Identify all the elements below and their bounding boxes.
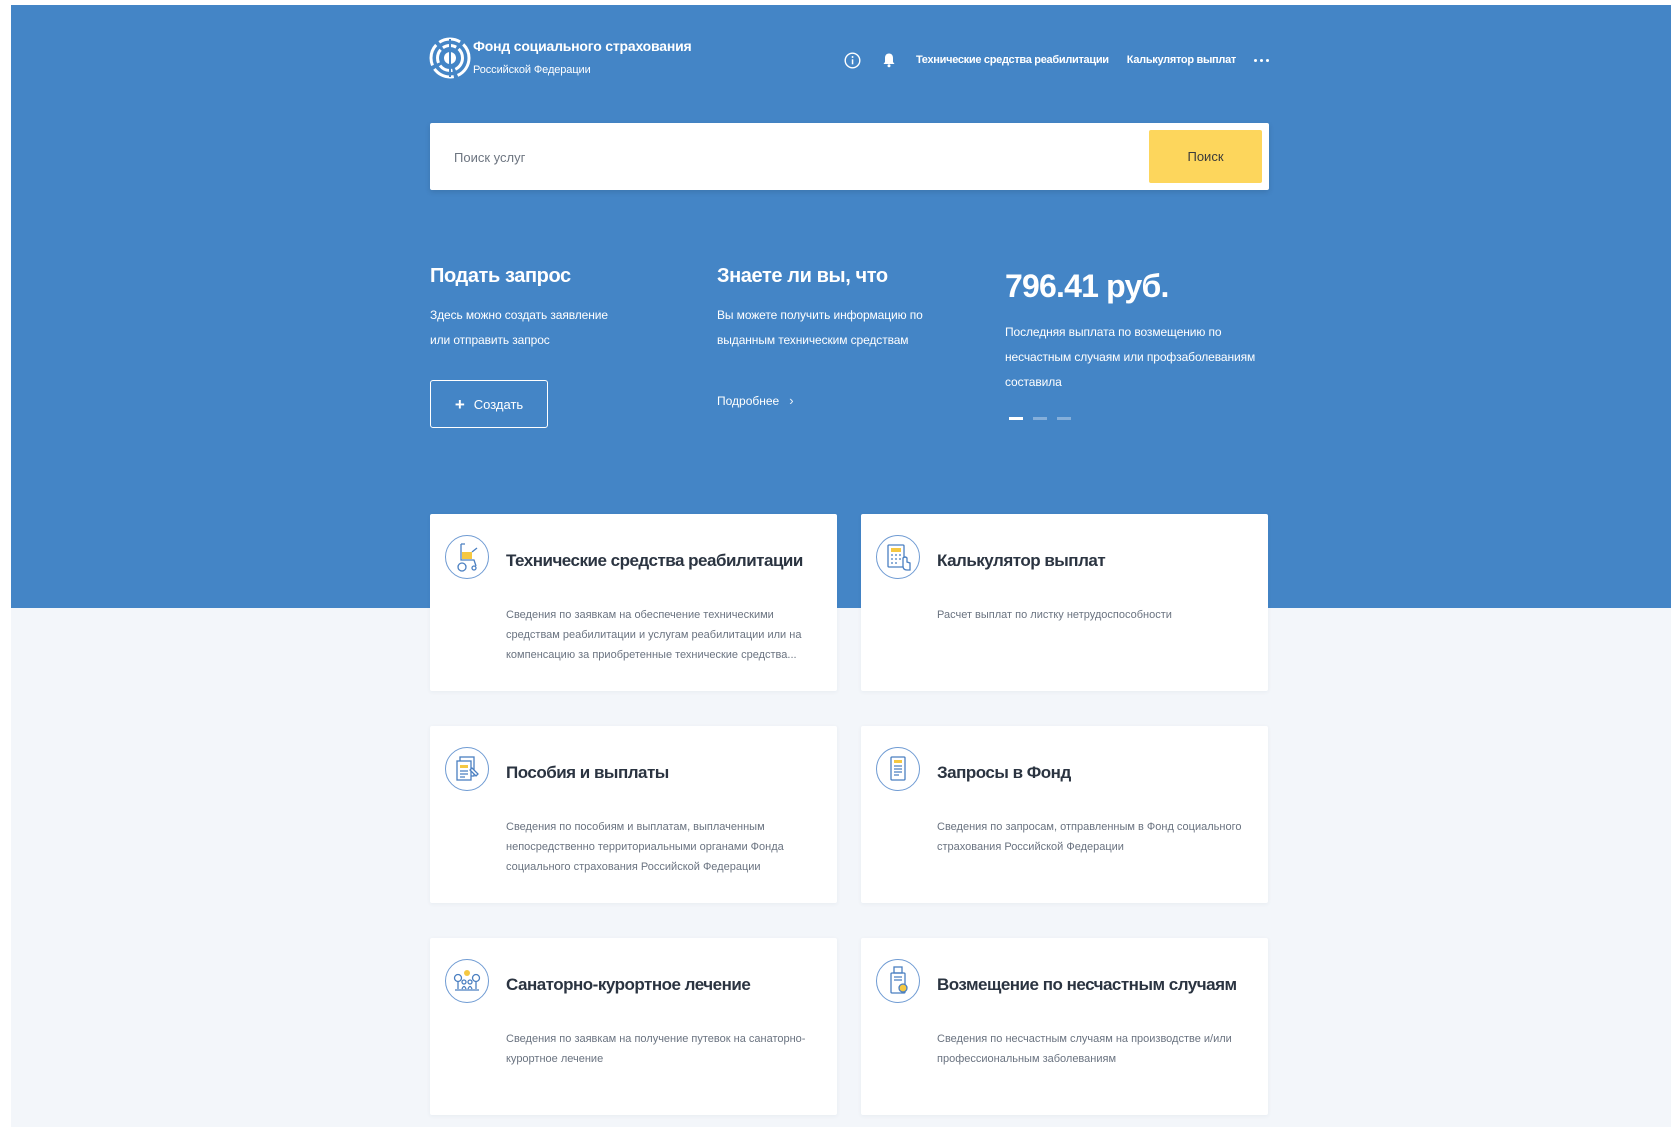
top-nav: Технические средства реабилитации Кальку… <box>844 47 1269 73</box>
card-description-line: Сведения по несчастным случаям на произв… <box>937 1033 1232 1045</box>
documents-icon <box>445 747 489 791</box>
card-title: Пособия и выплаты <box>506 763 669 782</box>
request-description-line: или отправить запрос <box>430 333 550 347</box>
card-description: Сведения по заявкам на получение путевок… <box>506 1029 805 1069</box>
request-document-icon <box>876 747 920 791</box>
info-icon[interactable] <box>844 51 862 69</box>
search-input[interactable] <box>452 123 1136 192</box>
did-you-know-title: Знаете ли вы, что <box>717 265 888 287</box>
chevron-right-icon: › <box>789 393 794 408</box>
did-you-know-line: выданным техническим средствам <box>717 333 909 347</box>
card-description-line: Сведения по заявкам на получение путевок… <box>506 1033 806 1045</box>
did-you-know-description: Вы можете получить информацию по выданны… <box>717 303 923 353</box>
plus-icon: + <box>454 394 465 414</box>
card-rehab-means[interactable]: Технические средства реабилитации Сведен… <box>430 514 837 691</box>
create-button-label: Создать <box>473 396 524 412</box>
card-description: Расчет выплат по листку нетрудоспособнос… <box>937 605 1172 625</box>
request-title: Подать запрос <box>430 265 571 287</box>
bell-icon[interactable] <box>880 51 898 69</box>
carousel-dot[interactable] <box>1033 417 1047 420</box>
sanatorium-icon <box>445 959 489 1003</box>
card-title: Возмещение по несчастным случаям <box>937 975 1237 994</box>
request-description: Здесь можно создать заявление или отправ… <box>430 303 608 353</box>
card-description-line: средствам реабилитации и услугам реабили… <box>506 629 802 641</box>
last-payment-line: составила <box>1005 375 1062 389</box>
compensation-icon <box>876 959 920 1003</box>
org-title: Фонд социального страхования <box>473 38 692 54</box>
card-description-line: курортное лечение <box>506 1053 604 1065</box>
create-request-button[interactable]: + Создать <box>430 380 548 428</box>
card-description: Сведения по несчастным случаям на произв… <box>937 1029 1232 1069</box>
request-description-line: Здесь можно создать заявление <box>430 308 608 322</box>
card-description-line: Сведения по пособиям и выплатам, выплаче… <box>506 821 765 833</box>
card-title: Санаторно-курортное лечение <box>506 975 751 994</box>
card-accident-compensation[interactable]: Возмещение по несчастным случаям Сведени… <box>861 938 1268 1115</box>
card-description: Сведения по запросам, отправленным в Фон… <box>937 817 1241 857</box>
calculator-icon <box>876 535 920 579</box>
card-description-line: профессиональным заболеваниям <box>937 1053 1117 1065</box>
card-description-line: Сведения по заявкам на обеспечение техни… <box>506 609 774 621</box>
more-icon[interactable] <box>1254 55 1269 66</box>
card-description-line: компенсацию за приобретенные технические… <box>506 649 797 661</box>
card-title: Калькулятор выплат <box>937 551 1106 570</box>
org-subtitle: Российской Федерации <box>473 64 591 76</box>
last-payment-line: несчастным случаям или профзаболеваниям <box>1005 350 1256 364</box>
fss-logo-icon[interactable] <box>429 36 471 80</box>
card-description-line: непосредственно территориальными органам… <box>506 841 784 853</box>
nav-link-rehab-means[interactable]: Технические средства реабилитации <box>916 54 1109 66</box>
card-description-line: Сведения по запросам, отправленным в Фон… <box>937 821 1242 833</box>
carousel-indicators <box>1009 417 1071 420</box>
last-payment-amount: 796.41 руб. <box>1005 268 1169 304</box>
card-description: Сведения по пособиям и выплатам, выплаче… <box>506 817 784 877</box>
carousel-dot[interactable] <box>1057 417 1071 420</box>
did-you-know-line: Вы можете получить информацию по <box>717 308 923 322</box>
card-fund-requests[interactable]: Запросы в Фонд Сведения по запросам, отп… <box>861 726 1268 903</box>
card-benefits-payments[interactable]: Пособия и выплаты Сведения по пособиям и… <box>430 726 837 903</box>
more-details-link[interactable]: Подробнее › <box>717 393 794 408</box>
wheelchair-icon <box>445 535 489 579</box>
search-button[interactable]: Поиск <box>1149 130 1262 183</box>
card-description-line: страхования Российской Федерации <box>937 841 1124 853</box>
card-sanatorium-treatment[interactable]: Санаторно-курортное лечение Сведения по … <box>430 938 837 1115</box>
more-details-label: Подробнее <box>717 393 780 408</box>
carousel-dot[interactable] <box>1009 417 1023 420</box>
card-description-line: Расчет выплат по листку нетрудоспособнос… <box>937 609 1172 621</box>
card-title: Технические средства реабилитации <box>506 551 803 570</box>
last-payment-line: Последняя выплата по возмещению по <box>1005 325 1222 339</box>
search-bar: Поиск <box>430 123 1269 192</box>
card-description-line: социального страхования Российской Федер… <box>506 861 761 873</box>
card-description: Сведения по заявкам на обеспечение техни… <box>506 605 801 665</box>
card-payment-calculator[interactable]: Калькулятор выплат Расчет выплат по лист… <box>861 514 1268 691</box>
nav-link-payment-calculator[interactable]: Калькулятор выплат <box>1127 54 1237 66</box>
last-payment-description: Последняя выплата по возмещению по несча… <box>1005 320 1255 395</box>
card-title: Запросы в Фонд <box>937 763 1071 782</box>
